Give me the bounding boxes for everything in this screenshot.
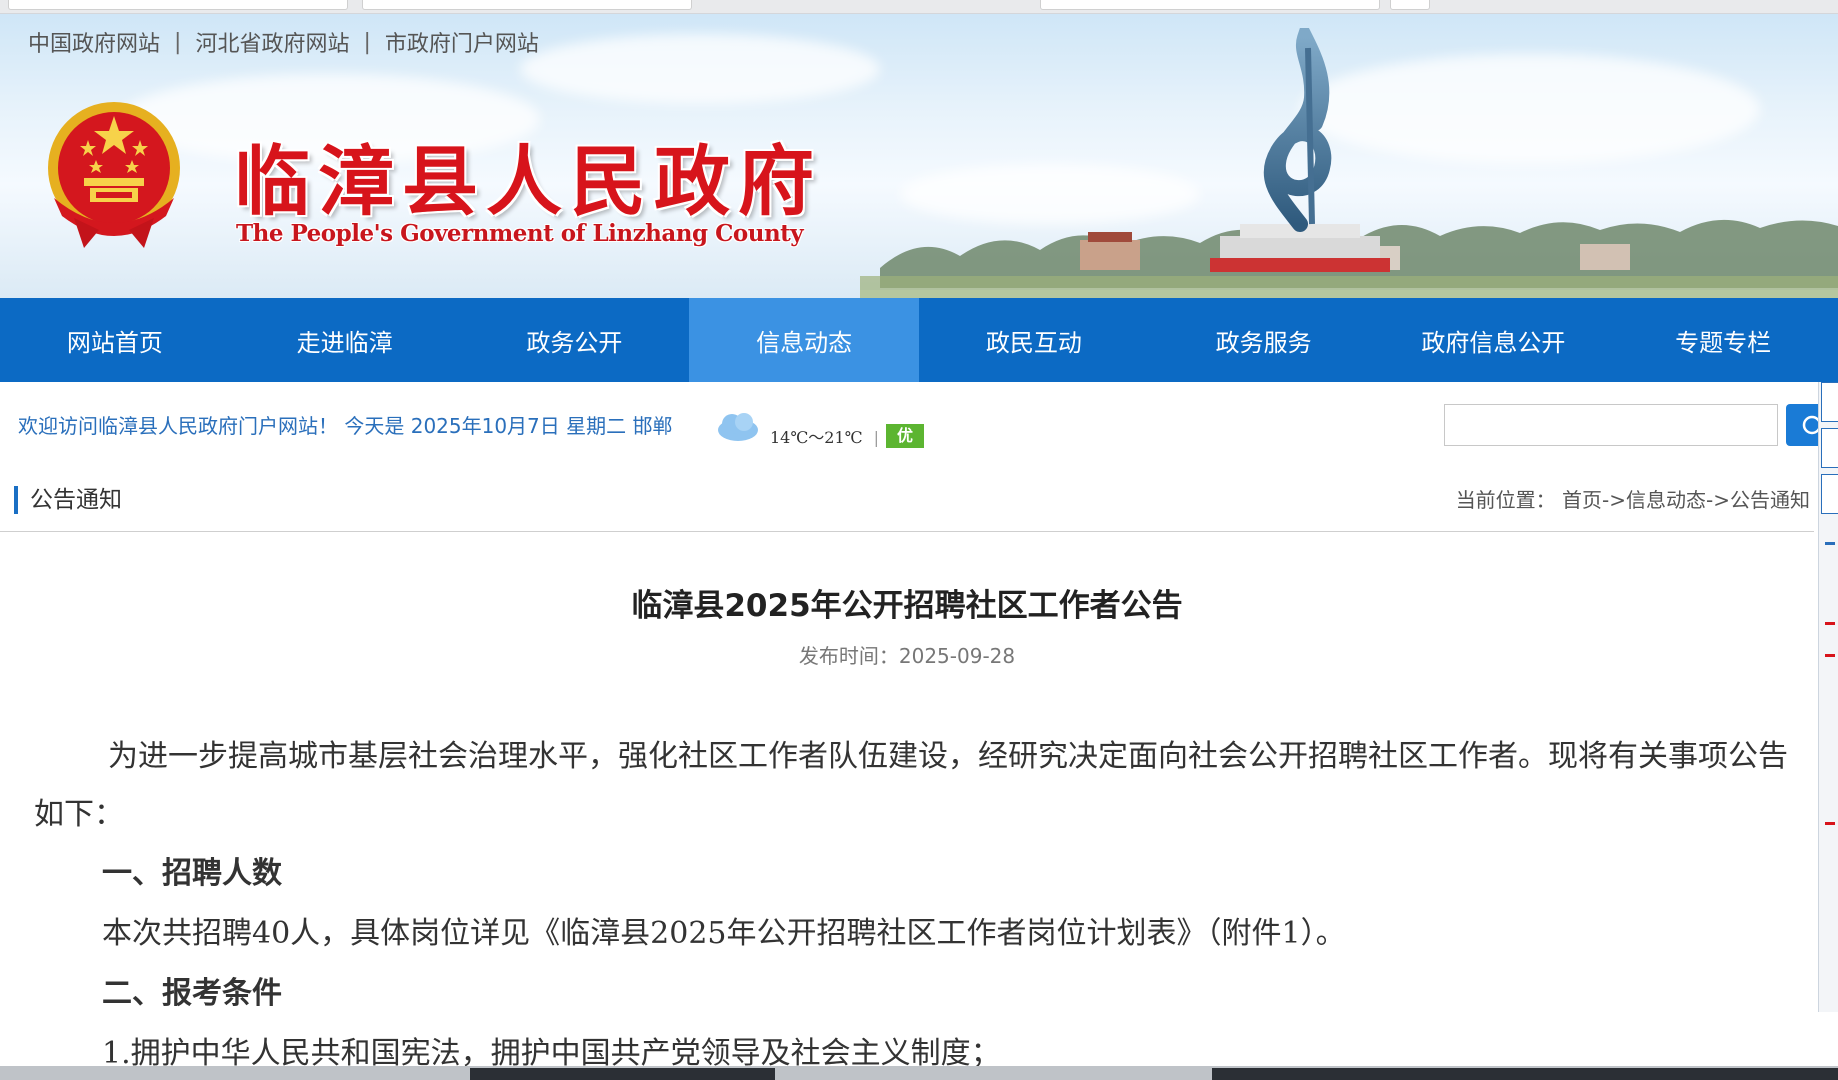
side-panel-marker <box>1825 542 1835 545</box>
main-nav: 网站首页 走进临漳 政务公开 信息动态 政民互动 政务服务 政府信息公开 专题专… <box>0 298 1838 382</box>
link-city-portal[interactable]: 市政府门户网站 <box>385 26 539 58</box>
banner-landmark-image <box>860 28 1838 298</box>
top-links: 中国政府网站 | 河北省政府网站 | 市政府门户网站 <box>28 26 539 58</box>
separator: | <box>363 29 371 55</box>
nav-item-home[interactable]: 网站首页 <box>0 298 230 382</box>
side-panel-tab[interactable] <box>1821 474 1838 514</box>
browser-address-bar[interactable] <box>1040 0 1380 10</box>
bottom-taskbar <box>0 1066 1838 1080</box>
nav-item-interaction[interactable]: 政民互动 <box>919 298 1149 382</box>
nav-item-services[interactable]: 政务服务 <box>1149 298 1379 382</box>
taskbar-item[interactable] <box>470 1068 775 1080</box>
browser-button[interactable] <box>1390 0 1430 10</box>
browser-tab[interactable] <box>8 0 348 10</box>
side-panel-tab[interactable] <box>1821 382 1838 422</box>
site-header: 中国政府网站 | 河北省政府网站 | 市政府门户网站 临漳县人民政府 The P… <box>0 14 1838 298</box>
article-paragraph-intro: 为进一步提高城市基层社会治理水平，强化社区工作者队伍建设，经研究决定面向社会公开… <box>34 739 1788 832</box>
temperature-text: 14℃～21℃ | <box>770 424 879 448</box>
temperature-range: 14℃～21℃ <box>770 428 863 447</box>
publish-time: 发布时间：2025-09-28 <box>0 640 1814 669</box>
nav-item-info-disclosure[interactable]: 政府信息公开 <box>1379 298 1609 382</box>
nav-item-special-topics[interactable]: 专题专栏 <box>1608 298 1838 382</box>
nav-item-gov-affairs[interactable]: 政务公开 <box>460 298 690 382</box>
separator: | <box>174 29 182 55</box>
national-emblem-logo[interactable] <box>44 98 184 250</box>
side-panel-marker <box>1825 622 1835 625</box>
article-heading-2: 二、报考条件 <box>102 976 282 1011</box>
publish-date: 2025-09-28 <box>898 644 1016 668</box>
side-panel-marker <box>1825 822 1835 825</box>
link-china-gov[interactable]: 中国政府网站 <box>28 26 160 58</box>
article-title: 临漳县2025年公开招聘社区工作者公告 <box>631 588 1183 624</box>
side-panel-marker <box>1825 654 1835 657</box>
air-quality-badge: 优 <box>886 424 924 448</box>
breadcrumb[interactable]: 当前位置： 首页->信息动态->公告通知 <box>1456 484 1810 513</box>
browser-tab-strip <box>0 0 1838 14</box>
site-title-en: The People's Government of Linzhang Coun… <box>236 220 804 247</box>
search-input[interactable] <box>1444 404 1778 446</box>
welcome-text: 欢迎访问临漳县人民政府门户网站！ 今天是 2025年10月7日 星期二 邯郸 <box>18 414 673 438</box>
article-heading-1: 一、招聘人数 <box>102 856 282 891</box>
nav-item-about[interactable]: 走进临漳 <box>230 298 460 382</box>
publish-label: 发布时间： <box>798 644 899 668</box>
nav-item-news[interactable]: 信息动态 <box>689 298 919 382</box>
section-title: 公告通知 <box>14 486 122 514</box>
site-title-cn: 临漳县人民政府 <box>234 137 822 226</box>
link-hebei-gov[interactable]: 河北省政府网站 <box>195 26 349 58</box>
taskbar-item[interactable] <box>1212 1068 1838 1080</box>
article-paragraph-1: 本次共招聘40人，具体岗位详见《临漳县2025年公开招聘社区工作者岗位计划表》（… <box>102 916 1346 951</box>
section-header: 公告通知 当前位置： 首页->信息动态->公告通知 <box>0 472 1814 532</box>
side-panel-tab[interactable] <box>1821 428 1838 468</box>
floating-side-panel[interactable] <box>1818 382 1838 1012</box>
browser-tab[interactable] <box>362 0 692 10</box>
separator: | <box>873 428 880 447</box>
cloud-icon <box>718 413 758 441</box>
